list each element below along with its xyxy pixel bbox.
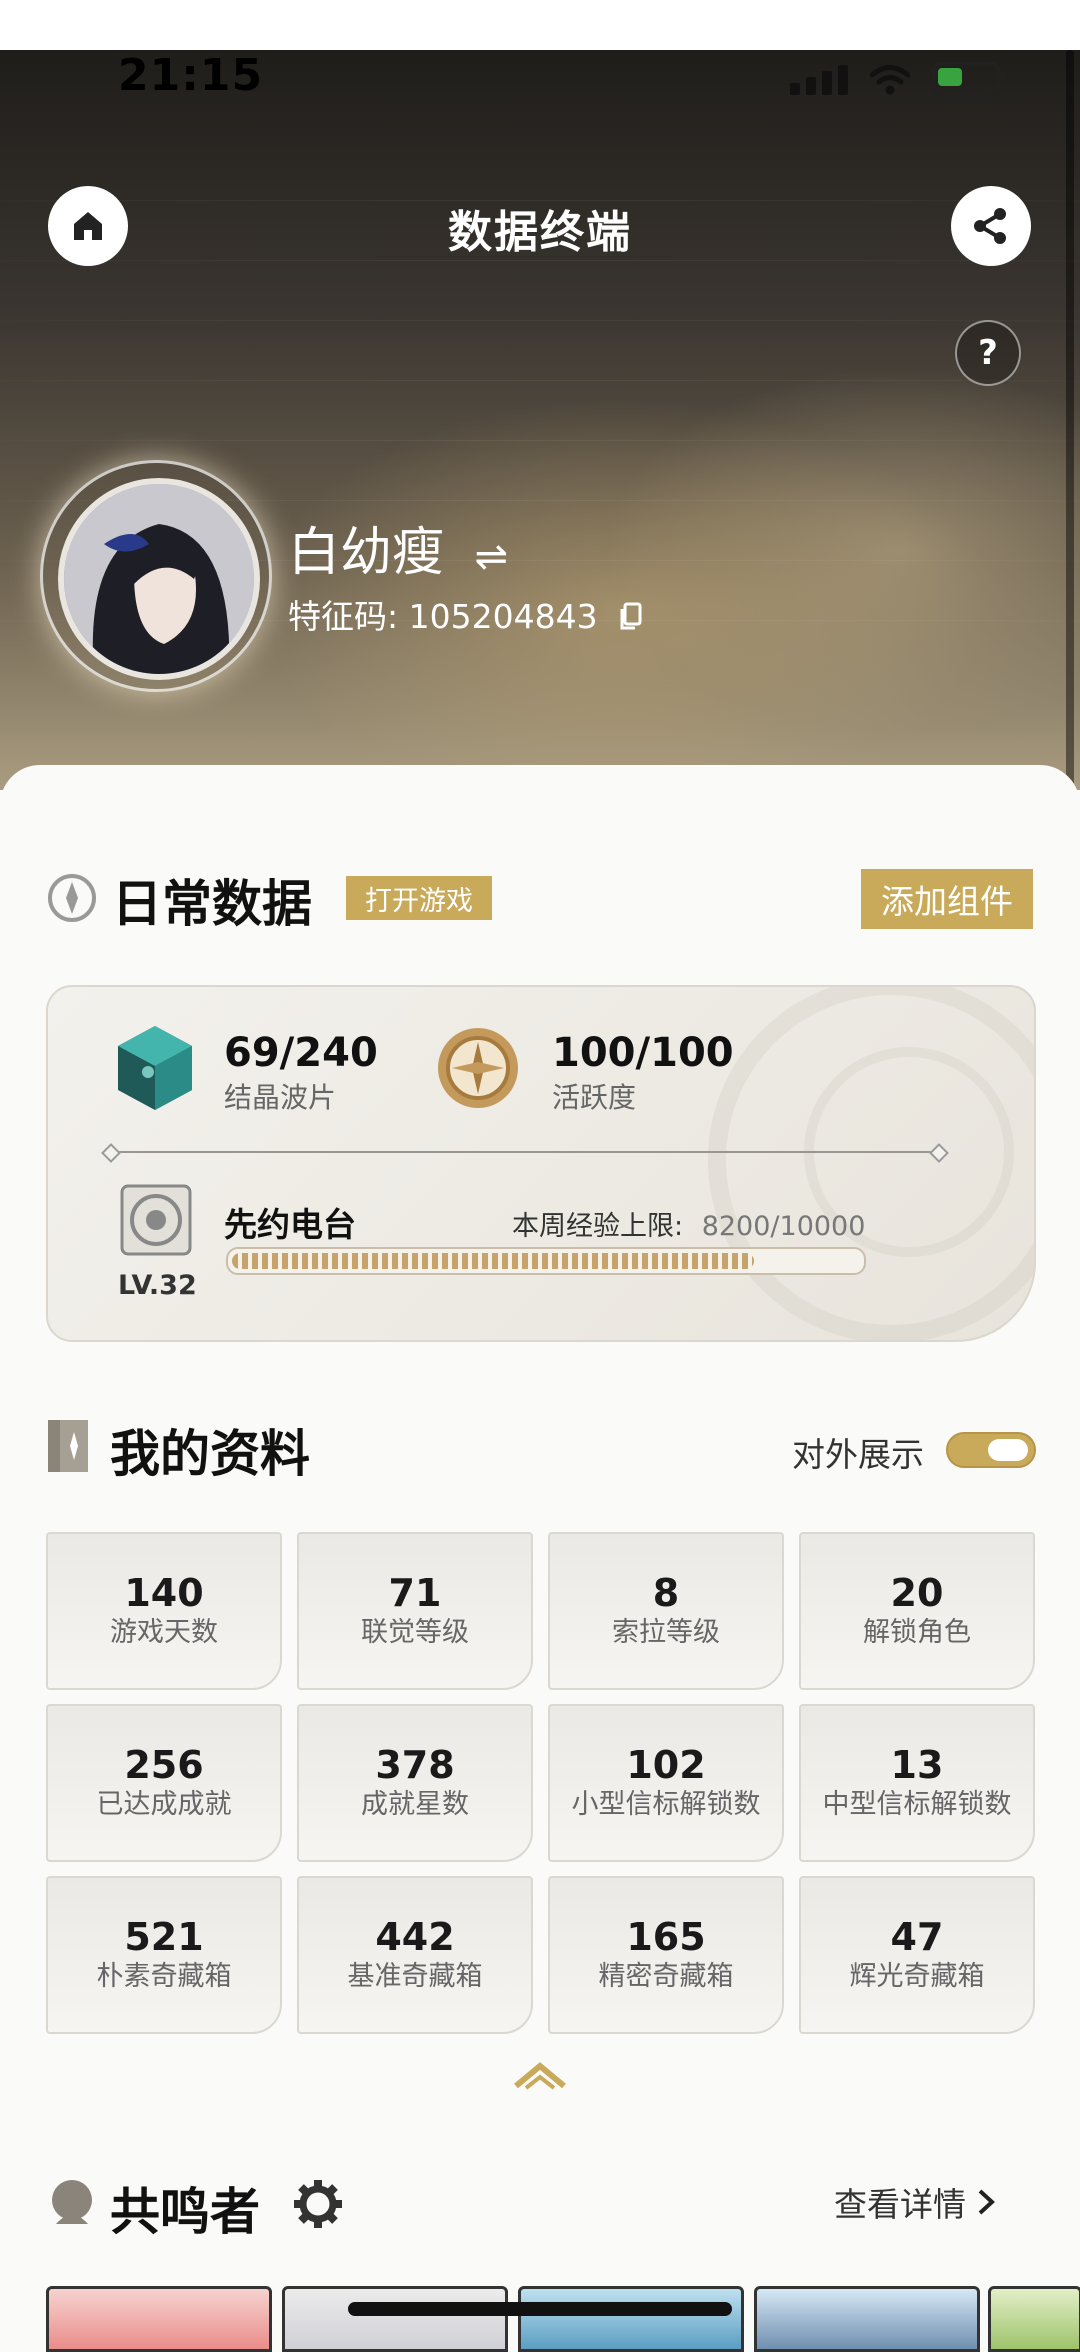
stat-cell[interactable]: 140 游戏天数 — [46, 1532, 282, 1690]
add-widget-button[interactable]: 添加组件 — [861, 869, 1033, 929]
battery-icon — [932, 62, 1005, 98]
view-details-link[interactable]: 查看详情 — [834, 2178, 998, 2226]
weekly-exp-value: 8200/10000 — [701, 1211, 866, 1242]
avatar-portrait — [64, 484, 254, 674]
stat-value: 13 — [890, 1743, 944, 1787]
stat-label: 索拉等级 — [612, 1617, 720, 1648]
crystal-label: 结晶波片 — [224, 1081, 337, 1114]
divider — [110, 1151, 940, 1153]
user-id: 特征码: 105204843 — [288, 597, 598, 636]
stat-label: 解锁角色 — [863, 1617, 971, 1648]
stat-label: 辉光奇藏箱 — [849, 1961, 985, 1992]
share-icon — [974, 208, 1006, 244]
daily-section-title: 日常数据 — [112, 875, 312, 933]
stat-cell[interactable]: 442 基准奇藏箱 — [297, 1876, 533, 2034]
chevron-up-icon[interactable] — [512, 2060, 568, 2090]
stat-label: 联觉等级 — [361, 1617, 469, 1648]
stat-label: 精密奇藏箱 — [598, 1961, 734, 1992]
radio-level: LV.32 — [118, 1270, 197, 1301]
stat-label: 中型信标解锁数 — [822, 1789, 1012, 1820]
stat-label: 小型信标解锁数 — [571, 1789, 761, 1820]
page-title: 数据终端 — [448, 207, 632, 258]
stat-label: 已达成成就 — [96, 1789, 232, 1820]
crystal-stat: 69/240 结晶波片 — [224, 1030, 378, 1116]
stat-value: 378 — [375, 1743, 455, 1787]
activity-value: 100/100 — [552, 1030, 734, 1076]
stat-value: 442 — [375, 1915, 455, 1959]
signal-icon — [790, 65, 848, 95]
stat-label: 朴素奇藏箱 — [96, 1961, 232, 1992]
stat-label: 基准奇藏箱 — [347, 1961, 483, 1992]
stat-value: 8 — [652, 1571, 680, 1615]
stat-value: 20 — [890, 1571, 944, 1615]
stat-label: 成就星数 — [361, 1789, 469, 1820]
stat-value: 165 — [626, 1915, 706, 1959]
radio-name: 先约电台 — [224, 1205, 356, 1244]
stat-value: 47 — [890, 1915, 944, 1959]
profile-section-title: 我的资料 — [110, 1425, 310, 1483]
stats-grid: 140 游戏天数 71 联觉等级 8 索拉等级 20 解锁角色 256 已达成成就 378… — [46, 1532, 1035, 2034]
public-display-label: 对外展示 — [792, 1435, 924, 1474]
stat-cell[interactable]: 102 小型信标解锁数 — [548, 1704, 784, 1862]
exp-progress-fill — [232, 1253, 754, 1269]
help-button[interactable]: ? — [955, 320, 1021, 386]
swap-icon[interactable]: ⇌ — [475, 534, 509, 580]
radio-icon — [120, 1184, 192, 1256]
resonator-icon — [52, 2180, 92, 2224]
user-name-row[interactable]: 白幼瘦 ⇌ — [288, 510, 508, 585]
wifi-icon — [870, 65, 910, 95]
gear-icon[interactable] — [292, 2178, 344, 2230]
resonator-card[interactable] — [754, 2286, 980, 2352]
stat-value: 102 — [626, 1743, 706, 1787]
top-strip — [0, 0, 1080, 50]
stat-cell[interactable]: 165 精密奇藏箱 — [548, 1876, 784, 2034]
stat-value: 71 — [388, 1571, 442, 1615]
stat-value: 140 — [124, 1571, 204, 1615]
stat-cell[interactable]: 20 解锁角色 — [799, 1532, 1035, 1690]
chevron-right-icon — [978, 2189, 995, 2215]
public-display-toggle[interactable] — [946, 1432, 1036, 1468]
crystal-icon — [118, 1026, 192, 1110]
stat-value: 521 — [124, 1915, 204, 1959]
copy-icon[interactable] — [618, 601, 644, 631]
weekly-exp: 本周经验上限: 8200/10000 — [512, 1204, 865, 1243]
avatar[interactable] — [58, 478, 260, 680]
stat-cell[interactable]: 47 辉光奇藏箱 — [799, 1876, 1035, 2034]
resonators-section-title: 共鸣者 — [110, 2183, 260, 2241]
resonator-card[interactable] — [518, 2286, 744, 2352]
stat-value: 256 — [124, 1743, 204, 1787]
stat-label: 游戏天数 — [110, 1617, 218, 1648]
exp-progress-bar — [226, 1247, 866, 1275]
stat-cell[interactable]: 71 联觉等级 — [297, 1532, 533, 1690]
weekly-exp-label: 本周经验上限: — [512, 1211, 684, 1242]
user-name: 白幼瘦 — [288, 523, 445, 583]
profile-icon — [48, 1420, 88, 1472]
resonator-card[interactable] — [46, 2286, 272, 2352]
activity-stat: 100/100 活跃度 — [552, 1030, 734, 1116]
crystal-value: 69/240 — [224, 1030, 378, 1076]
resonator-card[interactable] — [282, 2286, 508, 2352]
home-indicator[interactable] — [348, 2302, 732, 2316]
open-game-button[interactable]: 打开游戏 — [346, 876, 492, 920]
status-bar: 21:15 — [0, 50, 1080, 140]
status-time: 21:15 — [118, 50, 264, 101]
stat-cell[interactable]: 521 朴素奇藏箱 — [46, 1876, 282, 2034]
stat-cell[interactable]: 256 已达成成就 — [46, 1704, 282, 1862]
user-id-row: 特征码: 105204843 — [288, 590, 644, 638]
scrollbar[interactable] — [1066, 50, 1074, 850]
compass-icon — [438, 1028, 518, 1108]
view-details-label: 查看详情 — [834, 2185, 966, 2224]
activity-label: 活跃度 — [552, 1081, 637, 1114]
share-button[interactable] — [951, 186, 1031, 266]
resonator-card[interactable] — [988, 2286, 1080, 2352]
stat-cell[interactable]: 13 中型信标解锁数 — [799, 1704, 1035, 1862]
stat-cell[interactable]: 378 成就星数 — [297, 1704, 533, 1862]
stat-cell[interactable]: 8 索拉等级 — [548, 1532, 784, 1690]
daily-data-icon — [48, 874, 96, 922]
